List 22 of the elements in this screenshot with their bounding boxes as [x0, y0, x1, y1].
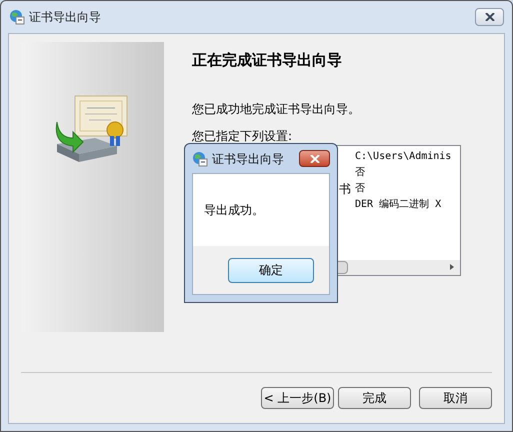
dialog-app-icon	[192, 150, 208, 166]
settings-label: 您已指定下列设置:	[192, 128, 294, 142]
setting-name: 书	[339, 180, 351, 196]
close-icon	[484, 13, 494, 21]
close-button[interactable]	[475, 8, 504, 26]
setting-value: C:\Users\Adminis	[355, 150, 452, 164]
ok-button[interactable]: 确定	[228, 258, 314, 282]
setting-value: 否	[355, 166, 366, 180]
close-icon	[310, 154, 320, 162]
setting-value: 否	[355, 182, 366, 196]
wizard-heading: 正在完成证书导出向导	[192, 50, 343, 71]
wizard-button[interactable]: < 上一步(B)	[261, 387, 334, 409]
scroll-right-icon[interactable]	[448, 263, 456, 271]
dialog-message: 导出成功。	[204, 202, 264, 219]
dialog-close-button[interactable]	[299, 150, 330, 167]
wizard-button[interactable]: 完成	[338, 387, 411, 409]
window-title: 证书导出向导	[29, 9, 101, 26]
wizard-button[interactable]: 取消	[419, 387, 492, 409]
completion-message: 您已成功地完成证书导出向导。	[192, 100, 361, 118]
setting-value: DER 编码二进制 X	[355, 198, 442, 212]
app-icon	[9, 9, 25, 25]
dialog-title: 证书导出向导	[212, 150, 284, 168]
